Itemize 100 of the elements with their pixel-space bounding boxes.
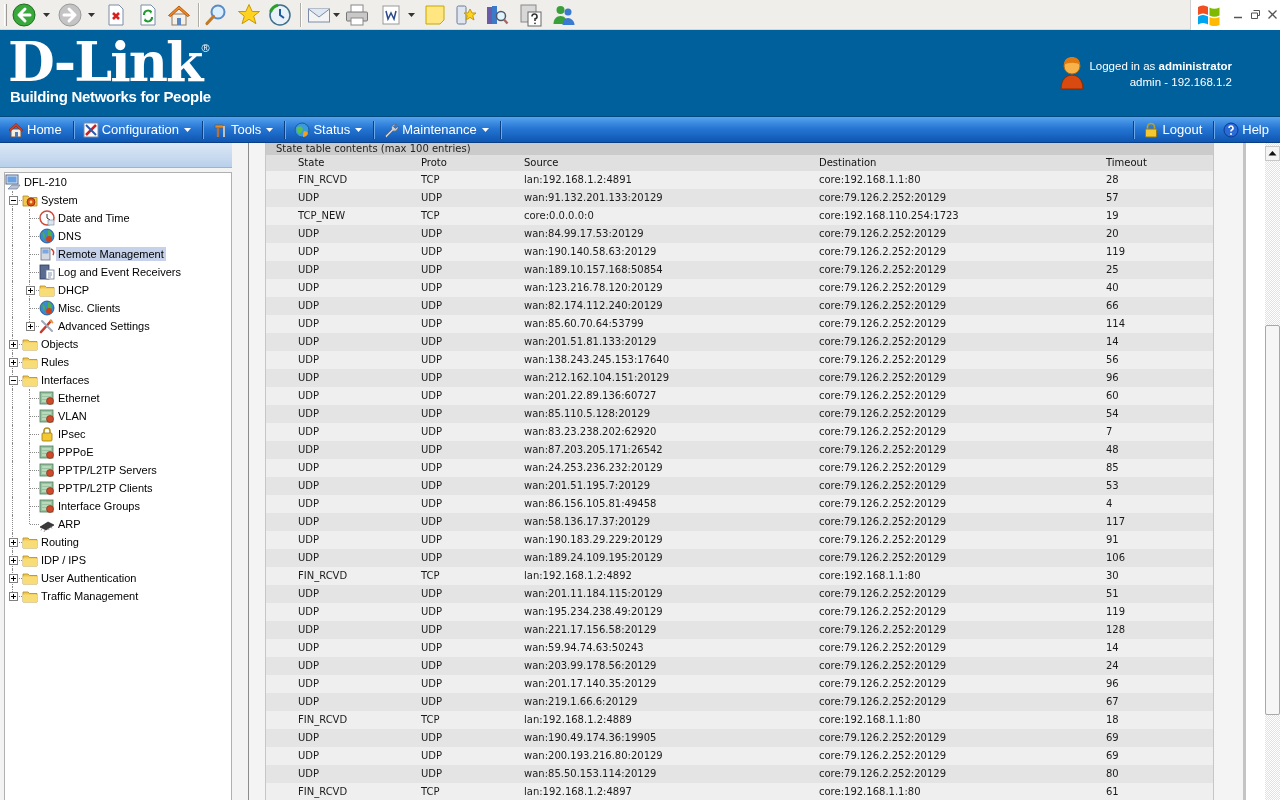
help-icon[interactable] (519, 2, 543, 27)
clock-icon[interactable] (268, 2, 292, 27)
table-cell: core:79.126.2.252:20129 (819, 588, 946, 600)
table-cell: 85 (1106, 462, 1119, 474)
caret-icon[interactable] (408, 12, 415, 17)
search-icon[interactable] (204, 2, 228, 27)
document-icon[interactable] (379, 2, 403, 27)
table-cell: 67 (1106, 696, 1119, 708)
star-icon[interactable] (237, 2, 261, 27)
nav-item[interactable]: Status (286, 119, 374, 140)
table-cell: core:79.126.2.252:20129 (819, 408, 946, 420)
table-cell: 56 (1106, 354, 1119, 366)
table-cell: 96 (1106, 372, 1119, 384)
printer-icon[interactable] (345, 2, 369, 27)
caret-icon[interactable] (88, 12, 95, 17)
network-icon (39, 462, 55, 478)
tree-item[interactable]: IPsec (56, 427, 88, 441)
tree-item[interactable]: System (39, 193, 80, 207)
table-cell: TCP (421, 786, 440, 798)
table-cell: 66 (1106, 300, 1119, 312)
nav-item[interactable]: Help (1215, 119, 1280, 140)
scrollbar[interactable] (1265, 143, 1280, 800)
table-cell: UDP (298, 282, 320, 294)
table-cell: UDP (298, 678, 320, 690)
table-cell: 20 (1106, 228, 1119, 240)
table-cell: 54 (1106, 408, 1119, 420)
nav-item[interactable]: Tools (204, 119, 285, 140)
tree-toggle[interactable] (8, 573, 18, 583)
caret-icon[interactable] (333, 12, 340, 17)
table-cell: 57 (1106, 192, 1119, 204)
tree-item[interactable]: Traffic Management (39, 589, 141, 603)
restore-icon[interactable] (1251, 10, 1260, 19)
tree-toggle[interactable] (8, 195, 18, 205)
tree-item[interactable]: DHCP (56, 283, 92, 297)
table-cell: UDP (298, 660, 320, 672)
tree-item[interactable]: Log and Event Receivers (56, 265, 183, 279)
column-header: Proto (421, 157, 447, 169)
tree-toggle[interactable] (8, 555, 18, 565)
table-cell: 28 (1106, 174, 1119, 186)
table-cell: UDP (421, 192, 443, 204)
tree-item[interactable]: IDP / IPS (39, 553, 89, 567)
table-cell: UDP (421, 678, 443, 690)
tree-item[interactable]: Remote Management (56, 247, 166, 261)
table-cell: UDP (421, 642, 443, 654)
tree-item[interactable]: PPPoE (56, 445, 96, 459)
nav-item[interactable]: Home (0, 119, 73, 140)
table-cell: 60 (1106, 390, 1119, 402)
tree-item[interactable]: ARP (56, 517, 83, 531)
tree-item[interactable]: Advanced Settings (56, 319, 152, 333)
close-icon[interactable] (1268, 10, 1277, 19)
tree-item[interactable]: Interface Groups (56, 499, 142, 513)
table-cell: wan:190.49.174.36:19905 (524, 732, 657, 744)
lock-icon (39, 426, 55, 442)
arrow-left-icon[interactable] (12, 2, 36, 27)
table-cell: UDP (298, 696, 320, 708)
tree-item[interactable]: Routing (39, 535, 81, 549)
tree-item[interactable]: Objects (39, 337, 81, 351)
tree-toggle[interactable] (25, 321, 35, 331)
tree-item[interactable]: User Authentication (39, 571, 139, 585)
table-cell: 69 (1106, 750, 1119, 762)
tree-toggle[interactable] (25, 285, 35, 295)
tree-toggle[interactable] (8, 591, 18, 601)
table-cell: core:79.126.2.252:20129 (819, 552, 946, 564)
table-cell: wan:200.193.216.80:20129 (524, 750, 663, 762)
table-cell: UDP (298, 516, 320, 528)
table-cell: UDP (298, 768, 320, 780)
tree-item[interactable]: Rules (39, 355, 72, 369)
table-cell: core:79.126.2.252:20129 (819, 336, 946, 348)
tree-item[interactable]: Ethernet (56, 391, 102, 405)
tree-toggle[interactable] (8, 357, 18, 367)
scroll-up-icon[interactable] (1265, 146, 1280, 161)
nav-item[interactable]: Maintenance (375, 119, 500, 140)
scrollbar-thumb[interactable] (1265, 325, 1280, 715)
tree-toggle[interactable] (8, 375, 18, 385)
table-cell: core:192.168.1.1:80 (819, 786, 921, 798)
tree-item[interactable]: PPTP/L2TP Clients (56, 481, 155, 495)
nav-item[interactable]: Logout (1135, 119, 1214, 140)
caret-icon[interactable] (43, 12, 50, 17)
tree-item[interactable]: DFL-210 (22, 175, 69, 189)
table-cell: UDP (298, 534, 320, 546)
table-cell: 7 (1106, 426, 1113, 438)
phone-star-icon[interactable] (454, 2, 478, 27)
tree-item[interactable]: Misc. Clients (56, 301, 123, 315)
tree-item[interactable]: Date and Time (56, 211, 132, 225)
tree-item[interactable]: DNS (56, 229, 84, 243)
tree-item[interactable]: VLAN (56, 409, 89, 423)
table-cell: 96 (1106, 678, 1119, 690)
table-cell: UDP (298, 228, 320, 240)
network-icon (39, 444, 55, 460)
tree-item[interactable]: PPTP/L2TP Servers (56, 463, 159, 477)
session-text: admin - 192.168.1.2 (1129, 75, 1232, 90)
table-cell: UDP (298, 480, 320, 492)
table-cell: core:79.126.2.252:20129 (819, 678, 946, 690)
table-cell: FIN_RCVD (298, 786, 348, 798)
nav-item[interactable]: Configuration (74, 119, 202, 140)
table-cell: core:79.126.2.252:20129 (819, 462, 946, 474)
table-cell: TCP (421, 210, 440, 222)
tree-toggle[interactable] (8, 339, 18, 349)
tree-item[interactable]: Interfaces (39, 373, 92, 387)
tree-toggle[interactable] (8, 537, 18, 547)
